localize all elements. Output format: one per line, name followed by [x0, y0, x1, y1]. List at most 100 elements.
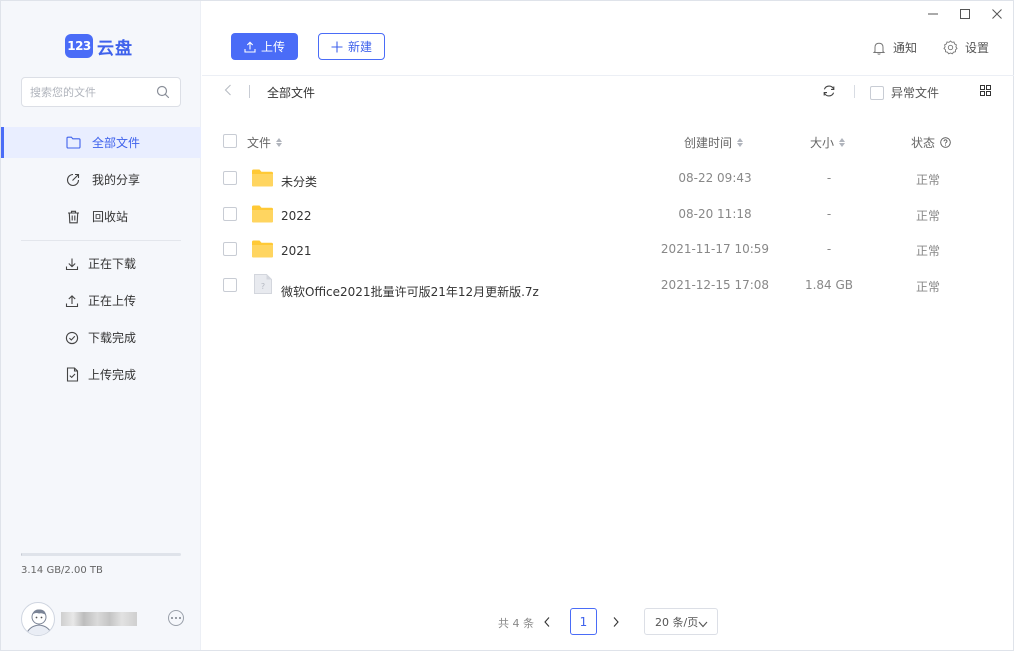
search-input[interactable]: [30, 84, 150, 100]
toolbar-separator: [854, 85, 855, 98]
download-icon: [64, 256, 80, 272]
row-checkbox[interactable]: [223, 171, 237, 185]
transfer-nav: 正在下载 正在上传 下载完成 上传完成: [1, 248, 201, 396]
window-controls: [917, 1, 1013, 27]
app-window: 123 云盘 全部文件 我的分享: [0, 0, 1014, 651]
sidebar-item-download-complete[interactable]: 下载完成: [1, 322, 201, 353]
path-toolbar: 全部文件 异常文件: [202, 76, 1014, 108]
new-button-label: 新建: [347, 40, 372, 54]
column-header-status: 状态: [911, 134, 951, 151]
column-header-size-label: 大小: [810, 136, 835, 150]
sidebar-item-label: 正在下载: [88, 257, 137, 271]
table-row[interactable]: 未分类 08-22 09:43 - 正常: [202, 161, 1014, 197]
column-header-time[interactable]: 创建时间: [684, 134, 744, 151]
upload-icon: [244, 41, 256, 53]
settings-button[interactable]: 设置: [943, 39, 989, 56]
maximize-icon[interactable]: [949, 1, 981, 27]
search-box: [21, 77, 181, 107]
file-status: 正常: [915, 244, 940, 258]
file-name[interactable]: 2022: [281, 209, 312, 223]
abnormal-files-filter[interactable]: 异常文件: [870, 84, 939, 101]
sidebar-item-my-share[interactable]: 我的分享: [1, 164, 201, 195]
next-page-icon[interactable]: [612, 616, 620, 631]
avatar[interactable]: [21, 602, 55, 636]
table-row[interactable]: ? 微软Office2021批量许可版21年12月更新版.7z 2021-12-…: [202, 268, 1014, 304]
storage-bar: [21, 553, 181, 556]
unknown-file-icon: ?: [254, 273, 272, 297]
file-time: 08-22 09:43: [678, 171, 752, 185]
file-status: 正常: [915, 279, 940, 294]
abnormal-files-label: 异常文件: [891, 86, 940, 100]
logo-badge: 123: [65, 34, 93, 58]
file-name[interactable]: 2021: [281, 244, 312, 258]
minimize-icon[interactable]: [917, 1, 949, 27]
file-status: 正常: [915, 173, 940, 187]
help-icon[interactable]: [940, 137, 951, 148]
username-blurred: [61, 612, 137, 626]
page-size-label: 20 条/页: [655, 615, 699, 629]
file-size: 1.84 GB: [804, 277, 854, 292]
refresh-icon[interactable]: [822, 84, 836, 101]
back-arrow-icon[interactable]: [224, 84, 232, 99]
app-logo: 123 云盘: [65, 33, 133, 59]
sidebar-item-label: 全部文件: [92, 136, 141, 150]
sidebar-item-downloading[interactable]: 正在下载: [1, 248, 201, 279]
sort-icon: [737, 138, 744, 147]
file-time: 2021-11-17 10:59: [660, 242, 770, 256]
grid-view-icon[interactable]: [980, 85, 991, 99]
sidebar-divider: [21, 240, 181, 241]
check-circle-icon: [64, 330, 80, 346]
column-header-name-label: 文件: [247, 136, 272, 150]
settings-label: 设置: [965, 41, 990, 55]
upload-icon: [64, 293, 80, 309]
table-row[interactable]: 2021 2021-11-17 10:59 - 正常: [202, 232, 1014, 268]
file-name[interactable]: 微软Office2021批量许可版21年12月更新版.7z: [281, 283, 539, 300]
sidebar-nav: 全部文件 我的分享 回收站: [1, 127, 201, 238]
storage-bar-fill: [21, 553, 23, 556]
search-icon[interactable]: [156, 85, 170, 102]
file-time: 08-20 11:18: [678, 206, 752, 221]
file-size: -: [826, 171, 832, 185]
upload-button[interactable]: 上传: [231, 33, 298, 60]
file-time: 2021-12-15 17:08: [660, 277, 770, 292]
table-row[interactable]: 2022 08-20 11:18 - 正常: [202, 197, 1014, 233]
folder-icon: [252, 205, 273, 226]
abnormal-files-checkbox[interactable]: [870, 85, 884, 100]
file-status: 正常: [915, 208, 940, 223]
close-icon[interactable]: [981, 1, 1013, 27]
current-page-button[interactable]: 1: [570, 608, 597, 635]
sidebar-item-all-files[interactable]: 全部文件: [1, 127, 201, 158]
path-separator: [249, 85, 250, 98]
page-size-select[interactable]: 20 条/页: [644, 608, 718, 635]
bell-icon: [872, 41, 886, 55]
file-list: 未分类 08-22 09:43 - 正常 2022 08-20 11:18 - …: [202, 161, 1014, 303]
notifications-label: 通知: [893, 41, 918, 55]
breadcrumb[interactable]: 全部文件: [267, 84, 315, 101]
folder-icon: [252, 169, 273, 190]
pagination-total: 共 4 条: [498, 617, 534, 630]
sidebar-item-uploading[interactable]: 正在上传: [1, 285, 201, 316]
logo-text: 云盘: [97, 38, 133, 59]
folder-icon: [252, 240, 273, 261]
sidebar-item-label: 正在上传: [88, 294, 137, 308]
trash-icon: [65, 209, 81, 225]
column-header-size[interactable]: 大小: [810, 134, 846, 151]
sidebar: 123 云盘 全部文件 我的分享: [1, 1, 201, 650]
sidebar-item-recycle-bin[interactable]: 回收站: [1, 201, 201, 232]
new-button[interactable]: 新建: [318, 33, 385, 60]
column-header-name[interactable]: 文件: [247, 134, 283, 151]
row-checkbox[interactable]: [223, 242, 237, 256]
sidebar-item-label: 我的分享: [92, 173, 141, 187]
folder-icon: [65, 135, 81, 151]
notifications-button[interactable]: 通知: [872, 39, 917, 56]
row-checkbox[interactable]: [223, 277, 237, 292]
sidebar-item-upload-complete[interactable]: 上传完成: [1, 359, 201, 390]
prev-page-icon[interactable]: [543, 616, 551, 631]
more-options-icon[interactable]: [168, 610, 184, 626]
file-name[interactable]: 未分类: [281, 173, 317, 190]
row-checkbox[interactable]: [223, 206, 237, 221]
file-size: -: [826, 242, 832, 256]
select-all-checkbox[interactable]: [223, 134, 237, 148]
sidebar-item-label: 下载完成: [88, 331, 137, 345]
plus-icon: [331, 41, 343, 53]
